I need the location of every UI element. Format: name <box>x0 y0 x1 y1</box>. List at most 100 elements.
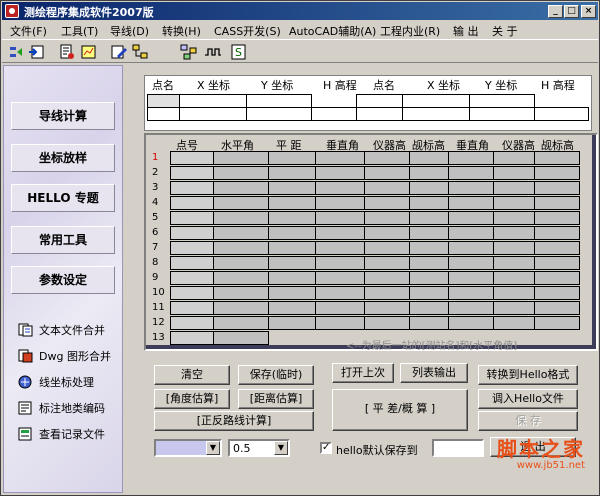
chevron-down-icon[interactable]: ▼ <box>206 441 220 455</box>
grid-cell[interactable] <box>364 196 410 210</box>
angle-estimate-button[interactable]: [角度估算] <box>154 389 230 409</box>
grid-cell[interactable] <box>364 316 410 330</box>
clear-button[interactable]: 清空 <box>154 365 230 385</box>
grid-cell[interactable] <box>493 196 535 210</box>
grid-cell[interactable] <box>493 241 535 255</box>
grid-cell[interactable] <box>409 151 449 165</box>
grid-cell[interactable] <box>213 301 269 315</box>
grid-cell[interactable] <box>364 226 410 240</box>
grid-cell[interactable] <box>364 271 410 285</box>
grid-cell[interactable] <box>170 166 214 180</box>
grid-cell[interactable] <box>448 241 494 255</box>
chevron-down-icon[interactable]: ▼ <box>274 441 288 455</box>
minimize-button[interactable]: _ <box>548 5 563 18</box>
grid-cell[interactable] <box>534 151 580 165</box>
grid-cell[interactable] <box>409 301 449 315</box>
grid-cell[interactable] <box>534 166 580 180</box>
grid-cell[interactable] <box>493 316 535 330</box>
grid-cell[interactable] <box>213 196 269 210</box>
y-coordinate-1-input[interactable] <box>246 94 312 108</box>
grid-cell[interactable] <box>268 271 316 285</box>
grid-cell[interactable] <box>448 181 494 195</box>
grid-cell[interactable] <box>213 316 269 330</box>
grid-cell[interactable] <box>315 301 365 315</box>
nav-coordinate-stakeout[interactable]: 坐标放样 <box>11 144 115 172</box>
y-coordinate-2-input[interactable] <box>469 94 535 108</box>
grid-cell[interactable] <box>315 286 365 300</box>
h-elevation-1-input[interactable] <box>311 107 357 121</box>
convert-to-hello-button[interactable]: 转换到Hello格式 <box>478 365 578 385</box>
grid-cell[interactable] <box>493 256 535 270</box>
side-link-land-code[interactable]: 标注地类编码 <box>18 400 105 416</box>
grid-cell[interactable] <box>170 271 214 285</box>
grid-cell[interactable] <box>448 301 494 315</box>
nav-traverse-calc[interactable]: 导线计算 <box>11 102 115 130</box>
grid-cell[interactable] <box>448 226 494 240</box>
grid-cell[interactable] <box>315 241 365 255</box>
load-hello-file-button[interactable]: 调入Hello文件 <box>478 389 578 409</box>
grid-cell[interactable] <box>448 196 494 210</box>
grid-cell[interactable] <box>364 286 410 300</box>
grid-cell[interactable] <box>213 286 269 300</box>
y-coordinate-3-input[interactable] <box>246 107 312 121</box>
grid-cell[interactable] <box>409 166 449 180</box>
grid-cell[interactable] <box>213 181 269 195</box>
grid-cell[interactable] <box>268 316 316 330</box>
grid-cell[interactable] <box>315 316 365 330</box>
tree-icon[interactable] <box>132 44 150 60</box>
grid-cell[interactable] <box>213 256 269 270</box>
grid-cell[interactable] <box>409 256 449 270</box>
grid-cell[interactable] <box>268 196 316 210</box>
distance-estimate-button[interactable]: [距离估算] <box>238 389 314 409</box>
grid-cell[interactable] <box>448 166 494 180</box>
save-button[interactable]: 保 存 <box>478 411 578 431</box>
grid-cell[interactable] <box>364 166 410 180</box>
side-link-dwg-merge[interactable]: Dwg 图形合并 <box>18 348 111 364</box>
grid-cell[interactable] <box>268 256 316 270</box>
grid-cell[interactable] <box>213 271 269 285</box>
edit-icon[interactable] <box>110 44 128 60</box>
grid-cell[interactable] <box>364 301 410 315</box>
nav-common-tools[interactable]: 常用工具 <box>11 226 115 254</box>
grid-cell[interactable] <box>534 316 580 330</box>
grid-cell[interactable] <box>213 166 269 180</box>
save-temp-button[interactable]: 保存(临时) <box>238 365 314 385</box>
grid-cell[interactable] <box>170 241 214 255</box>
tolerance-select[interactable]: 0.5 ▼ <box>228 439 290 457</box>
grid-cell[interactable] <box>170 226 214 240</box>
grid-cell[interactable] <box>315 166 365 180</box>
grid-cell[interactable] <box>268 226 316 240</box>
import-icon[interactable] <box>28 44 46 60</box>
grid-cell[interactable] <box>170 211 214 225</box>
menu-tools[interactable]: 工具(T) <box>61 23 98 39</box>
x-coordinate-3-input[interactable] <box>179 107 247 121</box>
grid-cell[interactable] <box>315 181 365 195</box>
menu-output[interactable]: 输 出 <box>453 23 479 39</box>
grid-cell[interactable] <box>493 301 535 315</box>
grid-cell[interactable] <box>170 181 214 195</box>
grid-cell[interactable] <box>448 271 494 285</box>
adjustment-button[interactable]: [ 平 差/概 算 ] <box>332 389 468 431</box>
grid-cell[interactable] <box>409 211 449 225</box>
x-coordinate-1-input[interactable] <box>179 94 247 108</box>
grid-cell[interactable] <box>534 181 580 195</box>
grid-cell[interactable] <box>315 226 365 240</box>
x-coordinate-4-input[interactable] <box>402 107 470 121</box>
grid-cell[interactable] <box>268 181 316 195</box>
grid-cell[interactable] <box>315 151 365 165</box>
network-icon[interactable] <box>180 44 198 60</box>
grid-cell[interactable] <box>409 286 449 300</box>
grid-cell[interactable] <box>170 196 214 210</box>
inverse-route-calc-button[interactable]: [正反路线计算] <box>154 411 314 431</box>
close-button[interactable]: × <box>581 5 596 18</box>
grid-cell[interactable] <box>170 151 214 165</box>
grid-cell[interactable] <box>409 226 449 240</box>
grid-cell[interactable] <box>534 226 580 240</box>
grid-cell[interactable] <box>315 196 365 210</box>
grid-cell[interactable] <box>448 256 494 270</box>
grid-cell[interactable] <box>534 301 580 315</box>
point-name-3-input[interactable] <box>147 107 180 121</box>
open-last-button[interactable]: 打开上次 <box>332 363 394 383</box>
grid-cell[interactable] <box>409 241 449 255</box>
menu-internal-work[interactable]: 工程内业(R) <box>380 23 440 39</box>
